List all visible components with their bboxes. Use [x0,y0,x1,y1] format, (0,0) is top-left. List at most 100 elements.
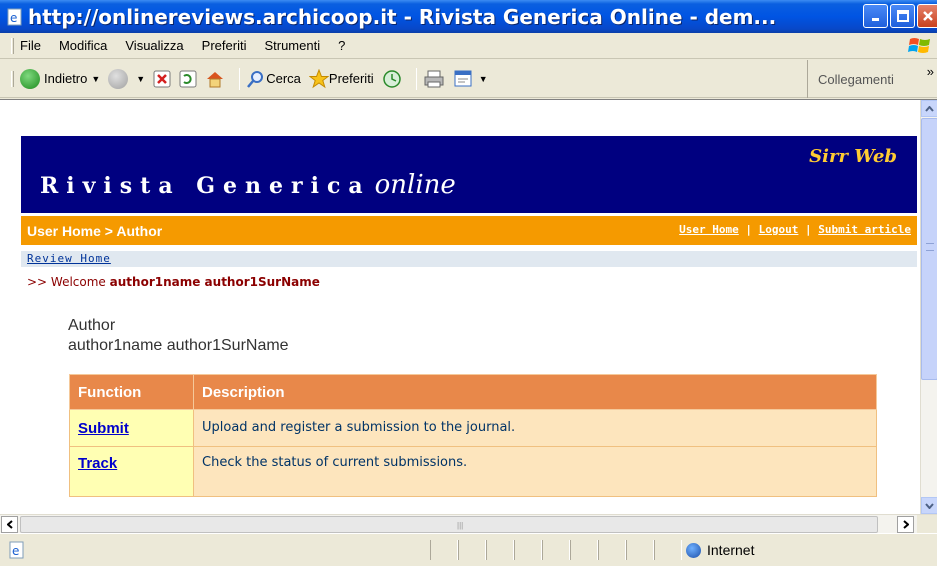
menu-strumenti[interactable]: Strumenti [264,38,320,53]
scroll-right-button[interactable] [897,516,914,533]
logout-link[interactable]: Logout [759,223,799,236]
status-bar: e Internet [0,533,937,566]
menu-modifica[interactable]: Modifica [59,38,107,53]
chevron-up-icon [925,105,934,112]
edit-page-icon [454,70,472,86]
scroll-corner [917,515,937,534]
scroll-up-button[interactable] [921,100,937,117]
horizontal-scrollbar[interactable]: ||| [0,514,937,534]
security-zone: Internet [686,542,754,558]
vertical-scroll-thumb[interactable] [921,118,937,380]
top-links: User Home | Logout | Submit article [679,223,911,236]
brand-text: Rivista Generica [40,173,371,199]
column-header-description: Description [193,374,877,410]
star-icon [308,68,329,88]
brand-italic-text: online [374,170,456,200]
back-button[interactable]: Indietro ▼ [20,68,100,89]
forward-dropdown-icon[interactable]: ▼ [136,74,145,84]
ie-page-icon: e [7,8,22,25]
search-label: Cerca [266,71,301,86]
submit-link[interactable]: Submit [78,420,129,437]
globe-icon [686,542,701,558]
site-header: Rivista Generica online Sirr Web [21,136,917,213]
page-status-icon: e [9,541,24,559]
minimize-icon [871,18,879,21]
chevron-right-icon[interactable]: » [927,64,934,79]
welcome-prefix: >> Welcome [27,275,106,289]
table-row: Submit Upload and register a submission … [69,409,877,447]
chevron-right-icon [902,520,909,529]
home-icon [207,71,224,87]
search-icon [247,70,264,88]
back-arrow-icon [20,68,40,89]
scroll-down-button[interactable] [921,497,937,514]
history-button[interactable] [382,69,402,89]
description-cell: Check the status of current submissions. [193,446,877,497]
stop-button[interactable] [153,70,171,88]
maximize-button[interactable] [890,4,915,28]
svg-text:e: e [10,11,17,25]
description-cell: Upload and register a submission to the … [193,409,877,447]
svg-text:e: e [12,544,19,558]
track-link[interactable]: Track [78,455,117,472]
browser-viewport: Rivista Generica online Sirr Web User Hom… [0,99,937,514]
stop-icon [153,70,171,87]
site-brand: Rivista Generica online [40,170,456,200]
home-button[interactable] [205,70,225,88]
close-icon [922,11,933,21]
function-table: Function Description Submit Upload and r… [69,374,877,497]
toolbar-grip[interactable] [11,37,14,54]
welcome-name: author1name author1SurName [109,275,320,289]
function-cell: Submit [69,409,194,447]
refresh-icon [179,70,197,87]
standard-toolbar: Indietro ▼ ▼ Cerca Preferiti ▼ Collegame… [0,60,937,98]
breadcrumb: User Home > Author [27,222,163,239]
welcome-message: >> Welcome author1name author1SurName [27,275,320,289]
submit-article-link[interactable]: Submit article [818,223,911,236]
user-fullname: author1name author1SurName [68,337,289,354]
menu-bar: File Modifica Visualizza Preferiti Strum… [0,33,937,59]
window-title: http://onlinereviews.archicoop.it - Rivi… [28,4,777,29]
windows-logo-icon [908,38,930,53]
links-bar[interactable]: Collegamenti » [807,60,937,98]
sub-nav-bar [21,251,917,267]
vertical-scrollbar[interactable] [920,100,937,514]
function-cell: Track [69,446,194,497]
back-label: Indietro [44,71,88,86]
minimize-button[interactable] [863,4,888,28]
role-title: Author [68,317,116,334]
sirr-web-logo: Sirr Web [809,146,897,167]
edit-dropdown-icon[interactable]: ▼ [479,74,488,84]
history-icon [382,69,401,88]
review-home-link[interactable]: Review Home [27,252,111,265]
forward-button[interactable]: ▼ [108,68,145,89]
status-panels [430,540,682,560]
favorites-button[interactable]: Preferiti [308,68,374,89]
column-header-function: Function [69,374,194,410]
edit-button[interactable]: ▼ [453,69,488,89]
close-button[interactable] [917,4,937,28]
menu-help[interactable]: ? [338,38,345,53]
link-separator: | [745,223,753,236]
zone-label: Internet [707,542,755,558]
back-dropdown-icon[interactable]: ▼ [91,74,100,84]
link-separator: | [805,223,812,236]
search-button[interactable]: Cerca [246,69,301,89]
menu-preferiti[interactable]: Preferiti [202,38,247,53]
favorites-label: Preferiti [328,71,374,86]
printer-icon [424,70,444,87]
menu-file[interactable]: File [20,38,41,53]
print-button[interactable] [423,69,445,89]
menu-visualizza[interactable]: Visualizza [125,38,183,53]
horizontal-scroll-thumb[interactable]: ||| [20,516,878,533]
table-row: Track Check the status of current submis… [69,446,877,497]
forward-arrow-icon [108,68,129,89]
scroll-left-button[interactable] [1,516,18,533]
user-home-link[interactable]: User Home [679,223,739,236]
toolbar-separator [415,67,417,90]
chevron-down-icon [925,502,934,509]
toolbar-separator [239,67,241,90]
toolbar-grip[interactable] [11,70,14,87]
maximize-icon [896,10,909,22]
refresh-button[interactable] [179,70,197,88]
